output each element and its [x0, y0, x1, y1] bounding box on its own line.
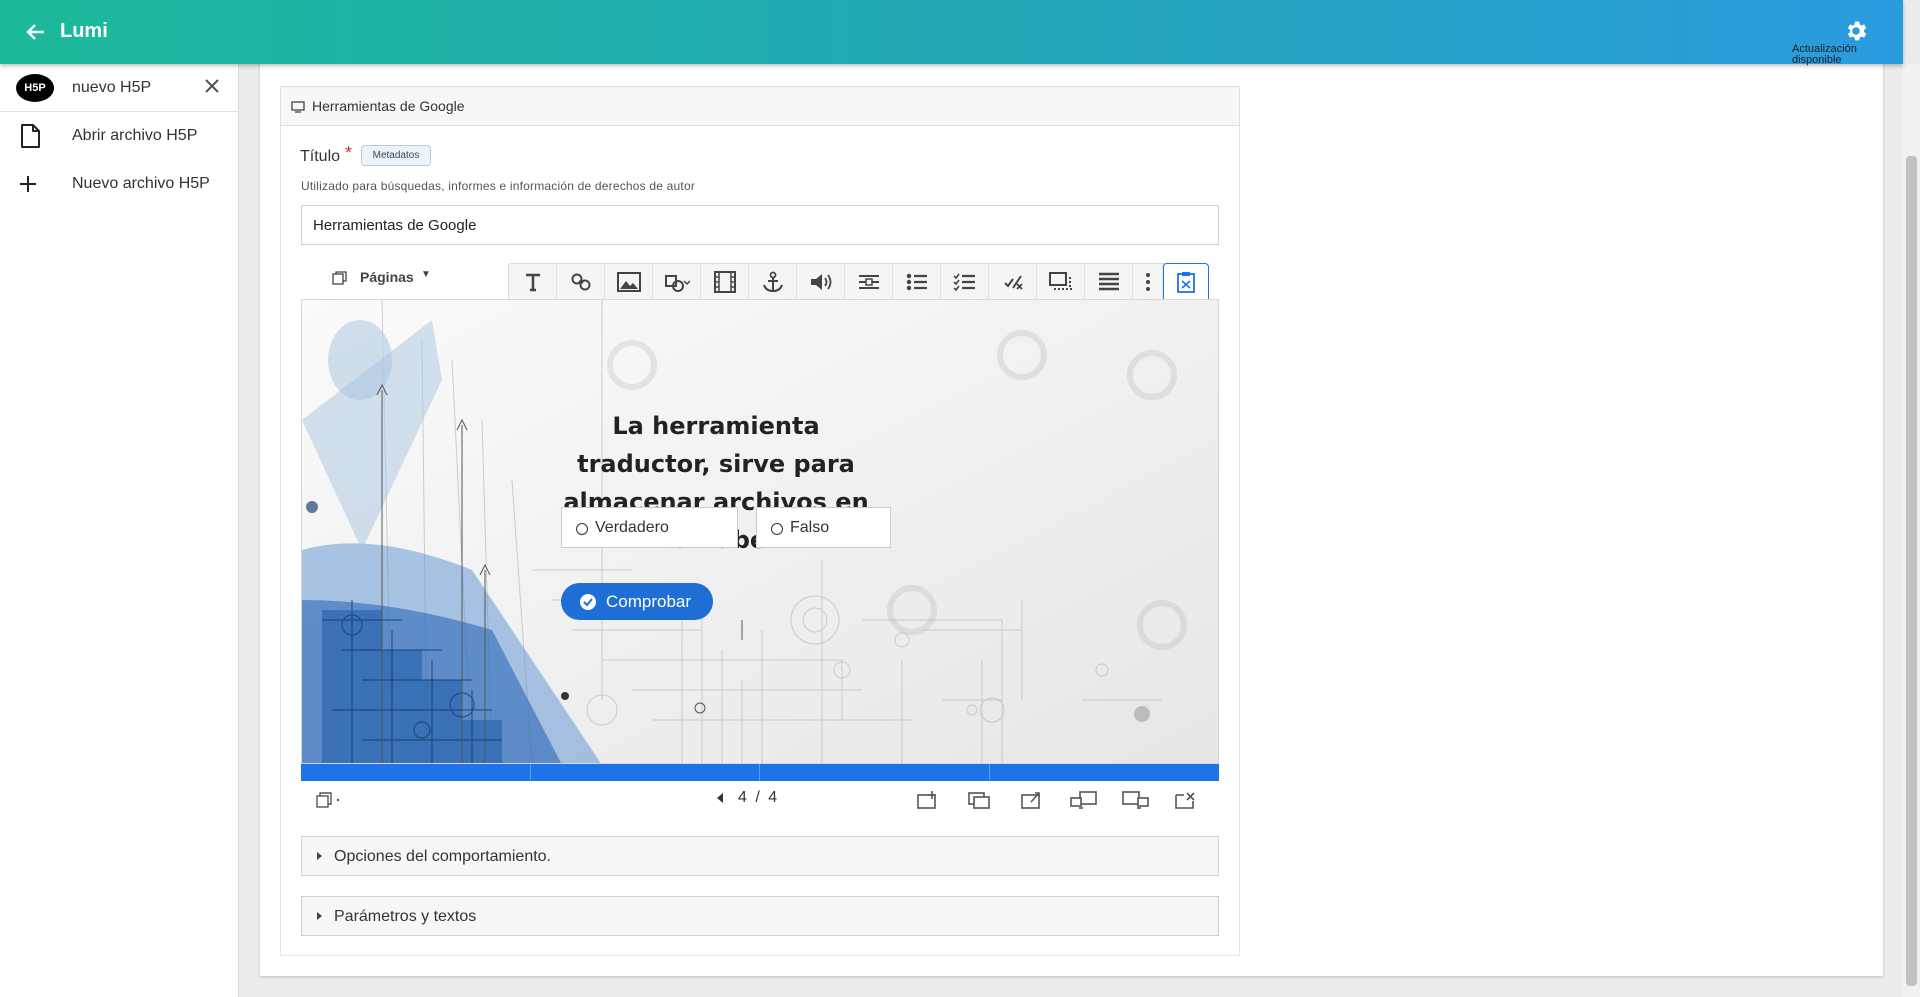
move-slide-right-icon[interactable]	[1121, 790, 1151, 810]
sidebar-item-abrir-archivo[interactable]: Abrir archivo H5P	[0, 112, 239, 160]
settings-gear-icon[interactable]	[1843, 18, 1869, 44]
option-falso[interactable]: Falso	[756, 507, 891, 548]
title-field-description: Utilizado para búsquedas, informes e inf…	[301, 179, 696, 193]
delete-slide-icon[interactable]	[1173, 790, 1199, 810]
check-circle-icon	[580, 594, 596, 610]
section-title: Herramientas de Google	[312, 98, 465, 114]
text-tool-button[interactable]	[509, 264, 557, 300]
check-button-label: Comprobar	[606, 592, 692, 611]
list-tool-button[interactable]	[893, 264, 941, 300]
h5p-icon: H5P	[16, 74, 54, 102]
group-title: Parámetros y textos	[334, 908, 477, 925]
shape-tool-button[interactable]	[653, 264, 701, 300]
option-verdadero[interactable]: Verdadero	[561, 507, 738, 548]
parameters-texts-group[interactable]: Parámetros y textos	[301, 896, 1219, 936]
sidebar-item-label: nuevo H5P	[72, 79, 152, 96]
previous-slide-icon[interactable]	[714, 791, 726, 805]
metadata-button[interactable]: Metadatos	[361, 145, 431, 166]
update-available-label[interactable]: Actualización disponible	[1792, 44, 1872, 66]
radio-circle-icon	[771, 523, 783, 535]
plus-icon	[16, 172, 52, 196]
checklist-icon	[952, 273, 975, 292]
speaker-icon	[810, 274, 831, 290]
film-icon	[713, 271, 736, 293]
check-button[interactable]: Comprobar	[561, 583, 713, 620]
fill-blanks-tool-button[interactable]	[845, 264, 893, 300]
caret-right-icon	[317, 912, 322, 920]
anchor-tool-button[interactable]	[749, 264, 797, 300]
editor-toolbar	[508, 263, 1209, 300]
progress-marker[interactable]	[759, 764, 760, 781]
pages-icon	[332, 271, 348, 285]
fill-blanks-icon	[858, 275, 879, 289]
progress-marker[interactable]	[989, 764, 990, 781]
file-icon	[16, 124, 52, 148]
update-line-2: disponible	[1792, 54, 1842, 66]
bullet-list-icon	[906, 273, 927, 291]
behaviour-options-group[interactable]: Opciones del comportamiento.	[301, 836, 1219, 876]
more-vertical-icon	[1145, 273, 1150, 291]
pages-dropdown-label: Páginas	[360, 269, 414, 285]
image-icon	[616, 272, 641, 292]
true-false-tool-button[interactable]	[989, 264, 1037, 300]
rows-icon	[1098, 272, 1119, 291]
option-label: Falso	[790, 519, 830, 536]
chevron-down-icon: ▼	[421, 269, 431, 280]
required-marker: *	[345, 143, 353, 163]
option-label: Verdadero	[595, 519, 669, 536]
app-title: Lumi	[60, 20, 108, 42]
section-header: Herramientas de Google	[280, 86, 1240, 126]
current-slide-number: 4	[738, 789, 747, 806]
app-bar: Lumi Actualización disponible	[0, 0, 1903, 66]
anchor-icon	[762, 271, 783, 293]
more-tools-button[interactable]	[1133, 264, 1163, 300]
sidebar-item-nuevo-h5p[interactable]: H5P nuevo H5P	[0, 64, 239, 112]
move-slide-left-icon[interactable]	[1069, 790, 1099, 810]
close-icon[interactable]	[200, 76, 224, 100]
summary-tool-button[interactable]	[1037, 264, 1085, 300]
summary-icon	[1048, 272, 1072, 290]
clipboard-icon	[1177, 271, 1195, 293]
checklist-tool-button[interactable]	[941, 264, 989, 300]
radio-circle-icon	[576, 523, 588, 535]
scrollbar-thumb[interactable]	[1906, 156, 1917, 986]
total-slides-number: 4	[768, 789, 778, 806]
image-tool-button[interactable]	[605, 264, 653, 300]
slide-page-counter: 4 / 4	[738, 789, 777, 807]
title-input[interactable]	[301, 205, 1219, 245]
true-false-icon	[1003, 275, 1023, 290]
sidebar: H5P nuevo H5P Abrir archivo H5P Nuevo ar…	[0, 64, 239, 997]
page-separator: /	[755, 789, 760, 806]
sidebar-item-nuevo-archivo[interactable]: Nuevo archivo H5P	[0, 160, 239, 208]
text-icon	[525, 273, 540, 292]
slide-pages-icon[interactable]	[315, 790, 345, 810]
sidebar-item-label: Nuevo archivo H5P	[72, 175, 210, 192]
slide-progress-bar[interactable]	[301, 764, 1219, 781]
link-icon	[571, 273, 590, 291]
shapes-icon	[664, 275, 690, 292]
link-tool-button[interactable]	[557, 264, 605, 300]
video-tool-button[interactable]	[701, 264, 749, 300]
title-field-label: Título	[300, 148, 341, 165]
monitor-icon	[291, 100, 305, 113]
caret-right-icon	[317, 852, 322, 860]
page-scrollbar[interactable]	[1903, 64, 1920, 997]
sidebar-item-label: Abrir archivo H5P	[72, 127, 198, 144]
paste-tool-button[interactable]	[1163, 263, 1209, 299]
clone-slide-icon[interactable]	[967, 790, 993, 810]
add-slide-icon[interactable]	[915, 790, 941, 810]
progress-marker[interactable]	[530, 764, 531, 781]
background-slide-icon[interactable]	[1019, 790, 1045, 810]
audio-tool-button[interactable]	[797, 264, 845, 300]
table-list-tool-button[interactable]	[1085, 264, 1133, 300]
group-title: Opciones del comportamiento.	[334, 848, 551, 865]
back-arrow-icon[interactable]	[22, 18, 50, 46]
